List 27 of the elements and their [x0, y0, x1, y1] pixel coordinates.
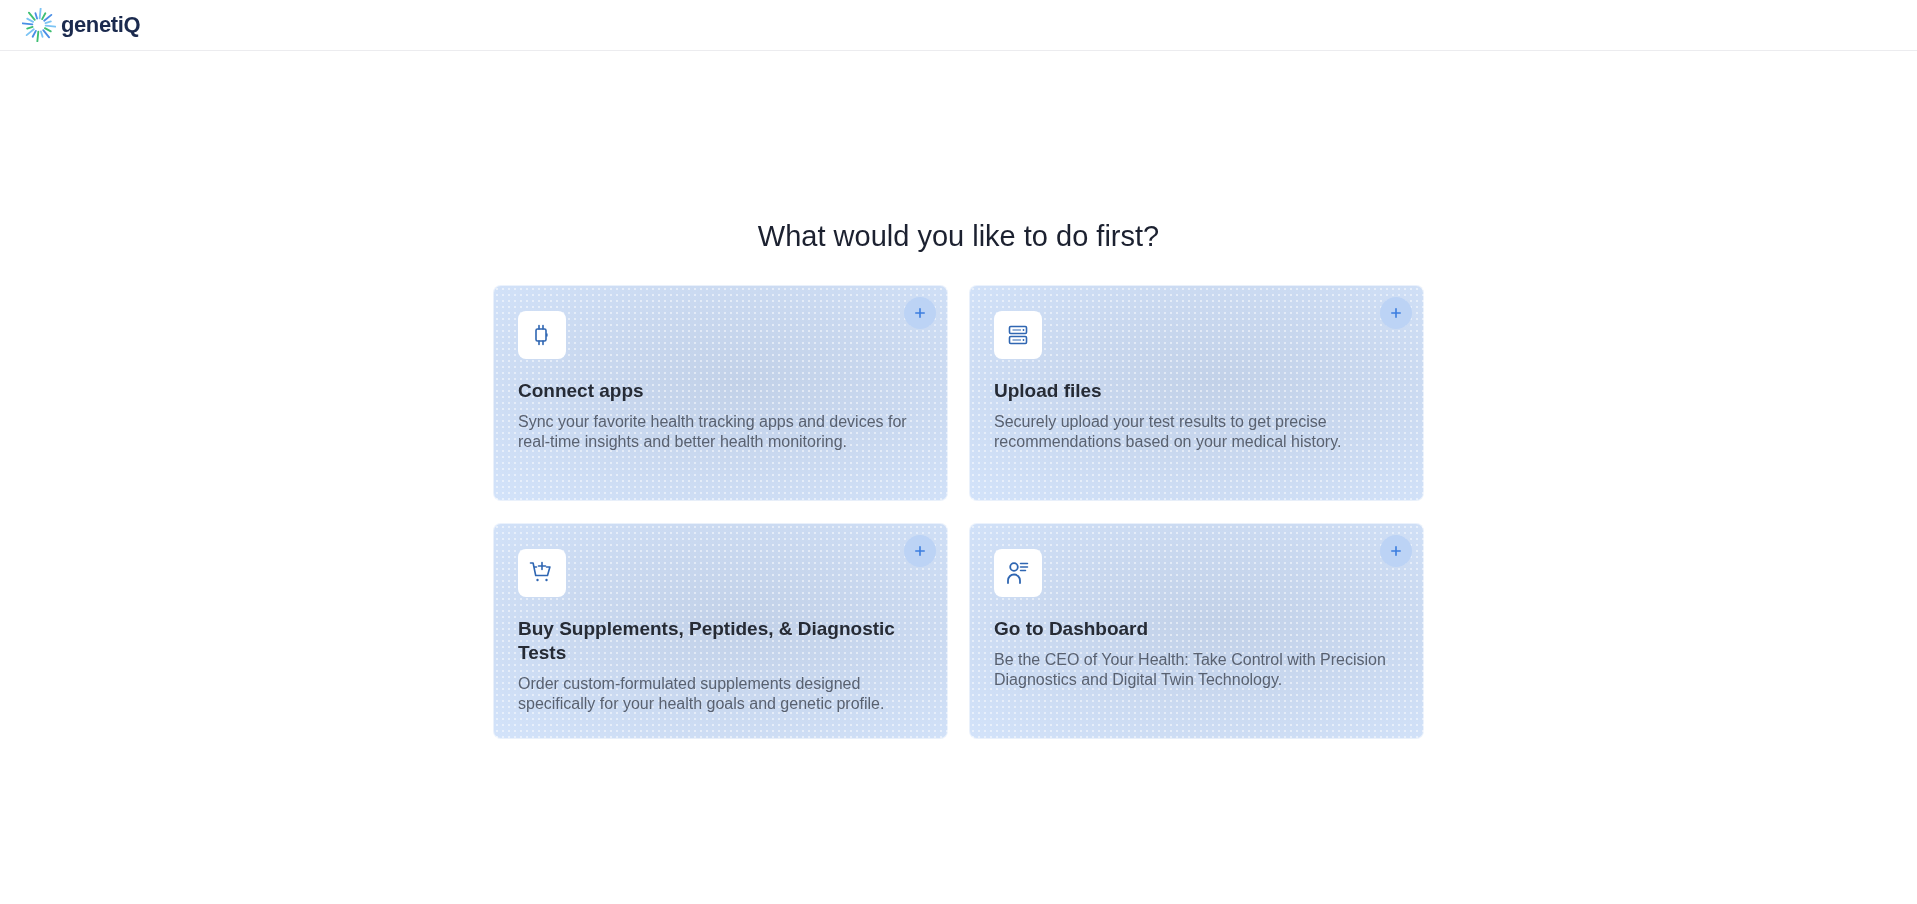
plus-icon [915, 546, 925, 556]
user-list-icon [994, 549, 1042, 597]
card-title: Connect apps [518, 379, 645, 403]
plus-button[interactable] [904, 535, 936, 567]
plus-icon [1391, 546, 1401, 556]
option-card[interactable]: Connect apps Sync your favorite health tracking apps and devices for real-time insights and better health monitoring. [493, 285, 948, 501]
server-icon [994, 311, 1042, 359]
page-heading: What would you like to do first? [757, 219, 1160, 254]
option-card[interactable]: Go to Dashboard Be the CEO of Your Health: Take Control with Precision Diagnostics and Digital Twin Technology. [969, 523, 1424, 739]
logo-text: genetiQ [61, 12, 141, 38]
card-description: Sync your favorite health tracking apps and devices for real-time insights and better health monitoring. [518, 412, 908, 452]
plus-icon [1391, 308, 1401, 318]
option-card[interactable]: Upload files Securely upload your test results to get precise recommendations based on your medical history. [969, 285, 1424, 501]
cart-plus-icon [518, 549, 566, 597]
plus-button[interactable] [1380, 535, 1412, 567]
card-description: Be the CEO of Your Health: Take Control with Precision Diagnostics and Digital Twin Technology. [994, 650, 1387, 690]
plus-icon [915, 308, 925, 318]
plus-button[interactable] [1380, 297, 1412, 329]
card-description: Securely upload your test results to get precise recommendations based on your medical history. [994, 412, 1343, 452]
option-card[interactable]: Buy Supplements, Peptides, & Diagnostic Tests Order custom-formulated supplements designed specifically for your health goals and genetic profile. [493, 523, 948, 739]
card-title: Buy Supplements, Peptides, & Diagnostic Tests [518, 617, 896, 665]
card-description: Order custom-formulated supplements designed specifically for your health goals and genetic profile. [518, 674, 886, 714]
chip-icon [518, 311, 566, 359]
plus-button[interactable] [904, 297, 936, 329]
card-title: Upload files [994, 379, 1103, 403]
starburst-icon [22, 8, 56, 42]
card-title: Go to Dashboard [994, 617, 1150, 641]
